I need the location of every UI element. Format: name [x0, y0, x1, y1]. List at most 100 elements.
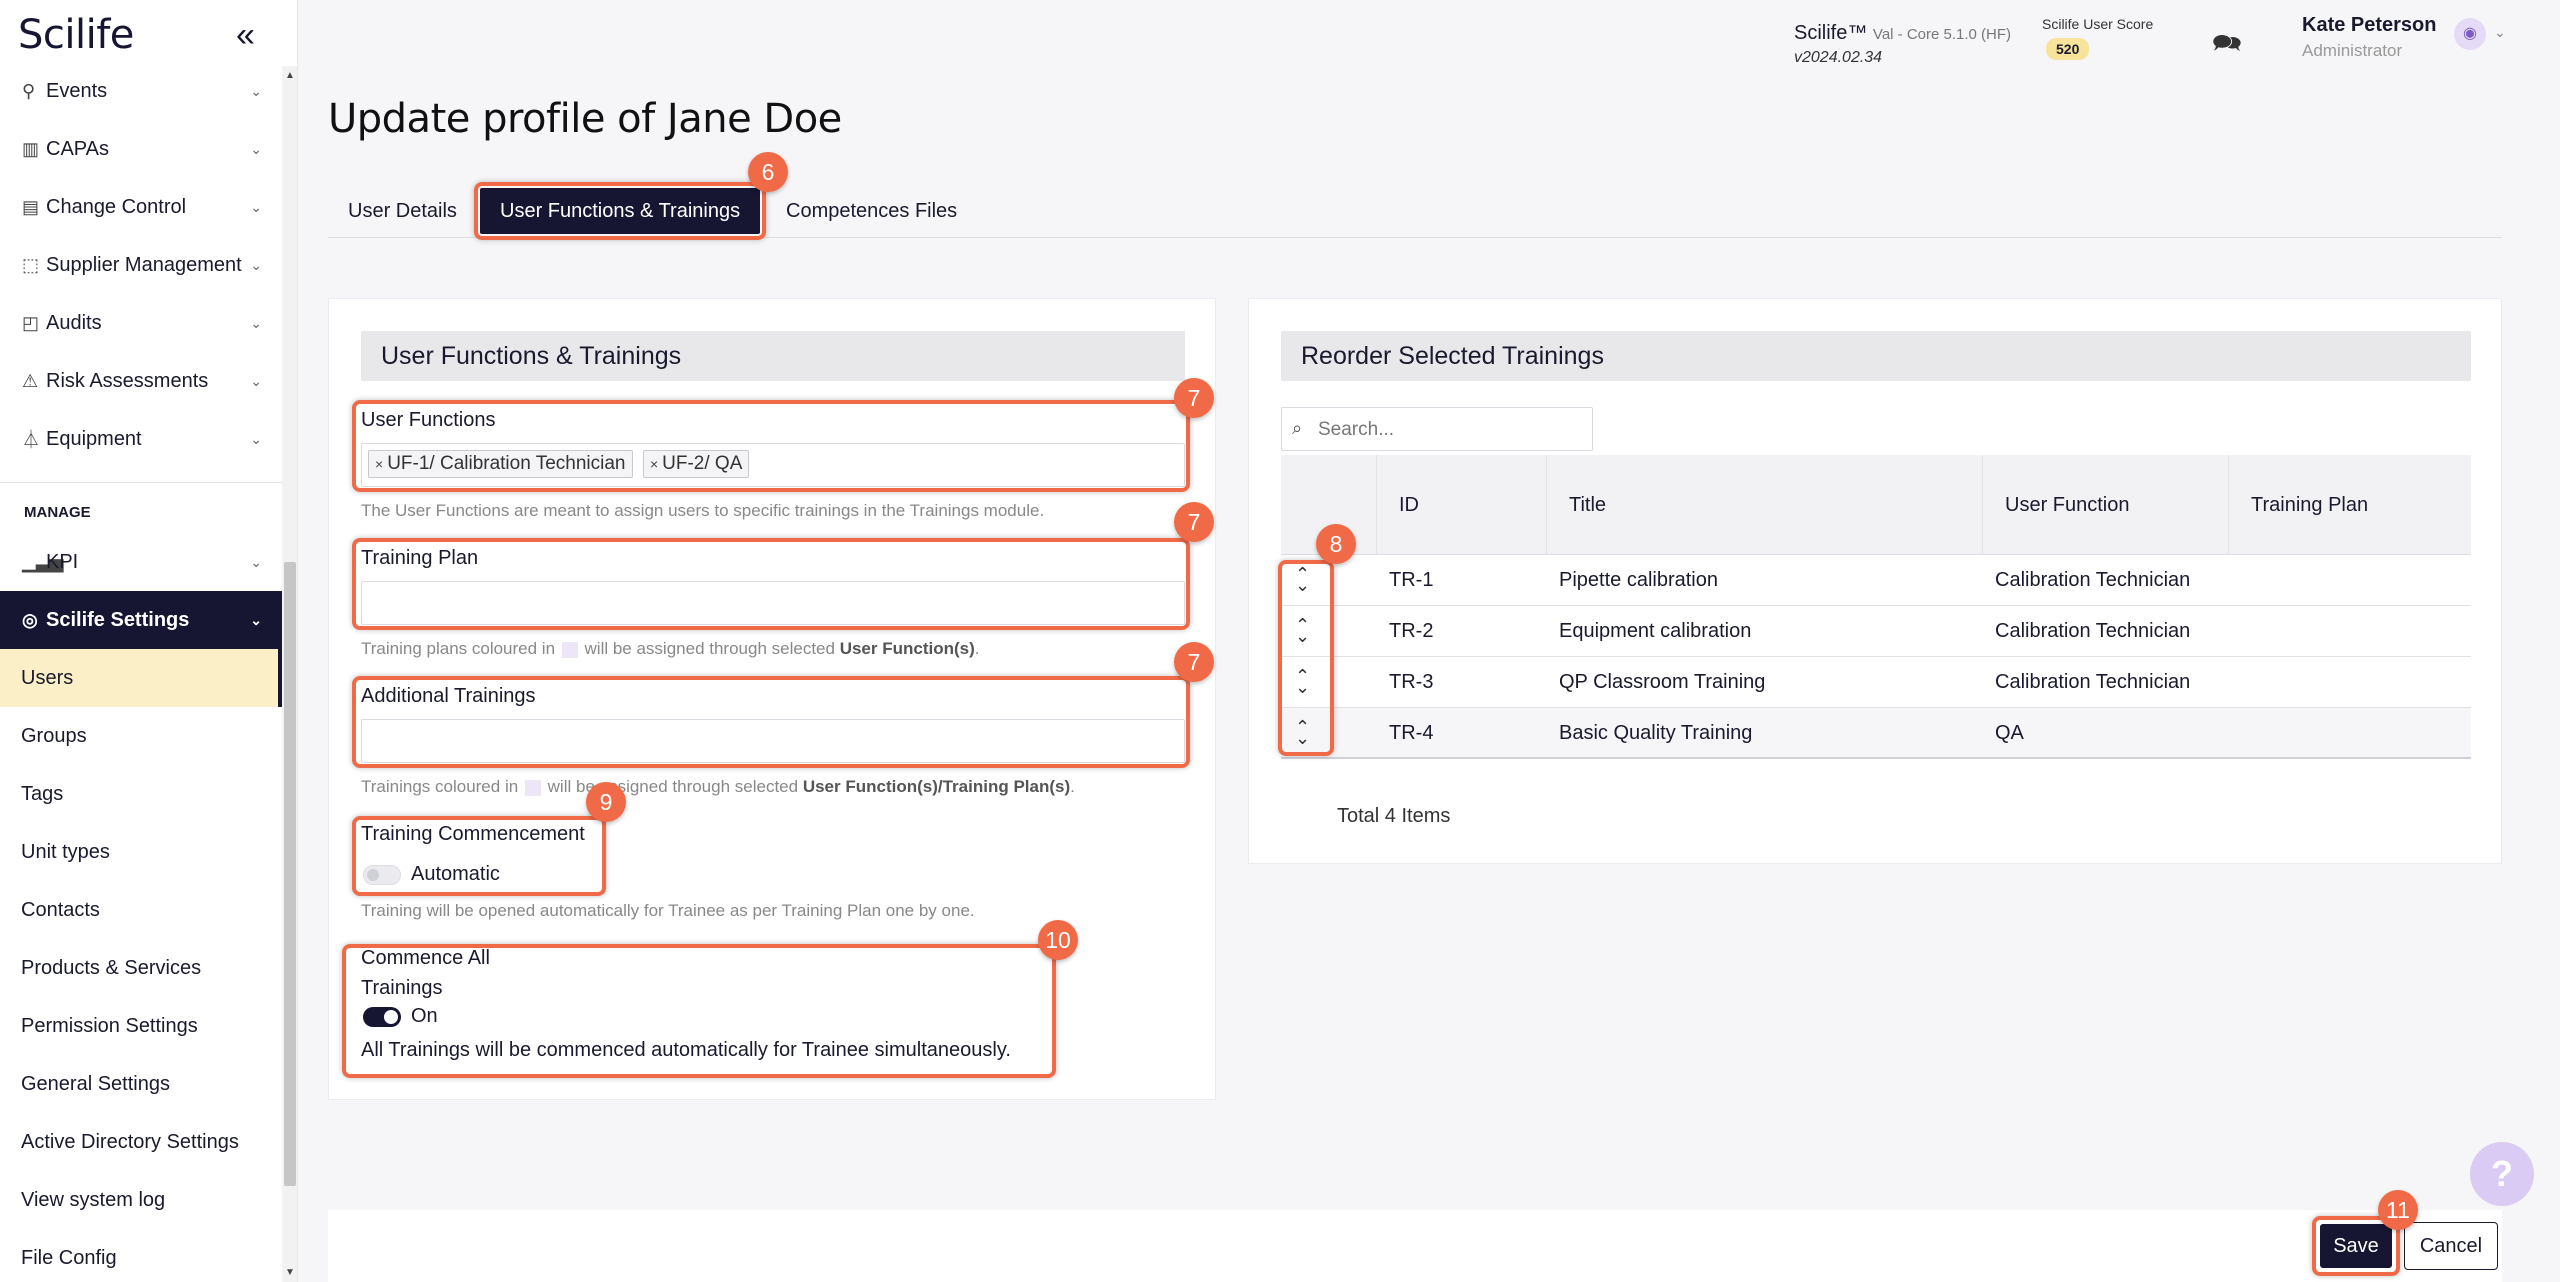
- column-id[interactable]: ID: [1377, 455, 1547, 555]
- drag-handle-icon[interactable]: ⌃ ⌄: [1295, 616, 1310, 645]
- row-title: Equipment calibration: [1559, 620, 1752, 642]
- remove-chip-icon[interactable]: ×: [650, 456, 658, 472]
- scilife-logo[interactable]: Scilife: [18, 12, 134, 58]
- bar-chart-icon: ▁▃▅: [22, 551, 64, 572]
- user-functions-input[interactable]: × UF-1/ Calibration Technician × UF-2/ QA: [361, 443, 1185, 487]
- user-score: Scilife User Score 520: [2042, 16, 2153, 60]
- sidebar-nav: ⚲ Events ⌄ ▥ CAPAs ⌄ ▤ Change Control ⌄ ⬚ Suppl…: [0, 62, 282, 1282]
- sidebar-item-equipment[interactable]: ⏃ Equipment ⌄: [0, 410, 282, 468]
- row-user-function: QA: [1995, 722, 2024, 744]
- sidebar-sub-file-config[interactable]: File Config: [0, 1229, 282, 1282]
- chevron-down-icon: ⌄: [250, 611, 262, 628]
- chevron-down-icon: ⌄: [250, 553, 262, 570]
- user-functions-card: User Functions & Trainings User Function…: [328, 298, 1216, 1100]
- column-user-function[interactable]: User Function: [1983, 455, 2229, 555]
- commence-all-label-line2: Trainings: [361, 977, 443, 999]
- user-menu[interactable]: Kate Peterson Administrator: [2302, 14, 2437, 61]
- sidebar-scrollbar[interactable]: ▲ ▼: [282, 66, 297, 1282]
- tab-user-details[interactable]: User Details: [328, 188, 477, 234]
- version-info: Scilife™ Val - Core 5.1.0 (HF) v2024.02.…: [1794, 22, 2011, 67]
- pin-icon: ⚲: [22, 80, 36, 101]
- drag-handle-icon[interactable]: ⌃ ⌄: [1295, 667, 1310, 696]
- drag-handle-icon[interactable]: ⌃ ⌄: [1295, 565, 1310, 594]
- chevron-down-icon: ⌄: [250, 198, 262, 215]
- scroll-down-icon[interactable]: ▼: [285, 1267, 295, 1278]
- row-title: Pipette calibration: [1559, 569, 1718, 591]
- table-row[interactable]: ⌃ ⌄ TR-4 Basic Quality Training QA: [1281, 708, 2471, 759]
- chevron-down-icon: ⌄: [250, 82, 262, 99]
- sidebar-item-scilife-settings[interactable]: ◎ Scilife Settings ⌄: [0, 591, 282, 649]
- search-input[interactable]: ⌕ Search...: [1281, 407, 1593, 451]
- drag-handle-icon[interactable]: ⌃ ⌄: [1295, 718, 1310, 747]
- scrollbar-thumb[interactable]: [284, 562, 296, 1186]
- sidebar-sub-unit-types[interactable]: Unit types: [0, 823, 282, 881]
- sidebar-sub-contacts[interactable]: Contacts: [0, 881, 282, 939]
- chat-icon[interactable]: 🗪: [2212, 26, 2242, 67]
- commencement-toggle[interactable]: [363, 865, 401, 885]
- chevron-down-icon: ⌄: [250, 314, 262, 331]
- remove-chip-icon[interactable]: ×: [375, 456, 383, 472]
- document-icon: ▤: [22, 196, 40, 217]
- score-badge: 520: [2046, 38, 2090, 60]
- sidebar-item-kpi[interactable]: ▁▃▅ KPI ⌄: [0, 533, 282, 591]
- sidebar-item-capas[interactable]: ▥ CAPAs ⌄: [0, 120, 282, 178]
- sidebar-sub-permission-settings[interactable]: Permission Settings: [0, 997, 282, 1055]
- chevron-down-icon: ⌄: [250, 140, 262, 157]
- help-button[interactable]: ?: [2470, 1142, 2534, 1206]
- row-id: TR-3: [1389, 671, 1434, 693]
- row-id: TR-4: [1389, 722, 1434, 744]
- table-header: ID Title User Function Training Plan: [1281, 455, 2471, 555]
- training-plan-label: Training Plan: [361, 547, 479, 569]
- tab-user-functions-trainings[interactable]: User Functions & Trainings: [480, 188, 761, 234]
- clipboard-icon: ◰: [22, 312, 40, 333]
- reorder-trainings-heading: Reorder Selected Trainings: [1281, 331, 2471, 381]
- sidebar-item-audits[interactable]: ◰ Audits ⌄: [0, 294, 282, 352]
- cancel-button[interactable]: Cancel: [2404, 1222, 2498, 1270]
- sidebar-sub-general-settings[interactable]: General Settings: [0, 1055, 282, 1113]
- table-row[interactable]: ⌃ ⌄ TR-3 QP Classroom Training Calibratio…: [1281, 657, 2471, 708]
- additional-trainings-label: Additional Trainings: [361, 685, 536, 707]
- sidebar-item-risk-assessments[interactable]: ⚠ Risk Assessments ⌄: [0, 352, 282, 410]
- commencement-hint: Training will be opened automatically fo…: [361, 901, 975, 920]
- chevron-down-icon: ⌄: [250, 256, 262, 273]
- row-user-function: Calibration Technician: [1995, 671, 2191, 693]
- sidebar-item-change-control[interactable]: ▤ Change Control ⌄: [0, 178, 282, 236]
- sidebar-sub-active-directory[interactable]: Active Directory Settings: [0, 1113, 282, 1171]
- collapse-sidebar-icon[interactable]: «: [236, 16, 255, 55]
- commence-all-toggle[interactable]: [363, 1007, 401, 1027]
- page-title: Update profile of Jane Doe: [328, 96, 842, 142]
- warning-icon: ⚠: [22, 370, 39, 391]
- row-title: QP Classroom Training: [1559, 671, 1766, 693]
- sidebar-sub-products-services[interactable]: Products & Services: [0, 939, 282, 997]
- additional-trainings-hint: Trainings coloured in will be assigned t…: [361, 777, 1075, 796]
- version-number: v2024.02.34: [1794, 49, 1883, 66]
- training-plan-input[interactable]: [361, 581, 1185, 625]
- column-title[interactable]: Title: [1547, 455, 1983, 555]
- step-badge-7: 7: [1174, 378, 1214, 418]
- table-row[interactable]: ⌃ ⌄ TR-2 Equipment calibration Calibratio…: [1281, 606, 2471, 657]
- sidebar-sub-groups[interactable]: Groups: [0, 707, 282, 765]
- sidebar-item-events[interactable]: ⚲ Events ⌄: [0, 62, 282, 120]
- table-row[interactable]: ⌃ ⌄ TR-1 Pipette calibration Calibration …: [1281, 555, 2471, 606]
- chevron-down-icon[interactable]: ⌄: [2494, 24, 2506, 41]
- scroll-up-icon[interactable]: ▲: [285, 70, 295, 81]
- top-bar: Scilife™ Val - Core 5.1.0 (HF) v2024.02.…: [298, 0, 2560, 68]
- step-badge-11: 11: [2378, 1190, 2418, 1230]
- sidebar-item-supplier-management[interactable]: ⬚ Supplier Management ⌄: [0, 236, 282, 294]
- sidebar: Scilife « ⚲ Events ⌄ ▥ CAPAs ⌄ ▤ Change Contr…: [0, 0, 298, 1282]
- step-badge-6: 6: [748, 152, 788, 192]
- save-button[interactable]: Save: [2320, 1224, 2392, 1268]
- sidebar-sub-system-log[interactable]: View system log: [0, 1171, 282, 1229]
- tab-competences-files[interactable]: Competences Files: [766, 188, 977, 234]
- additional-trainings-input[interactable]: [361, 719, 1185, 763]
- step-badge-10: 10: [1038, 920, 1078, 960]
- score-label: Scilife User Score: [2042, 16, 2154, 32]
- row-id: TR-2: [1389, 620, 1434, 642]
- sidebar-sub-tags[interactable]: Tags: [0, 765, 282, 823]
- avatar[interactable]: ◉: [2454, 18, 2486, 50]
- box-icon: ⬚: [22, 254, 40, 275]
- sidebar-sub-users[interactable]: Users: [0, 649, 282, 707]
- column-training-plan[interactable]: Training Plan: [2229, 455, 2471, 555]
- reorder-trainings-card: Reorder Selected Trainings ⌕ Search... I…: [1248, 298, 2502, 864]
- step-badge-8: 8: [1316, 524, 1356, 564]
